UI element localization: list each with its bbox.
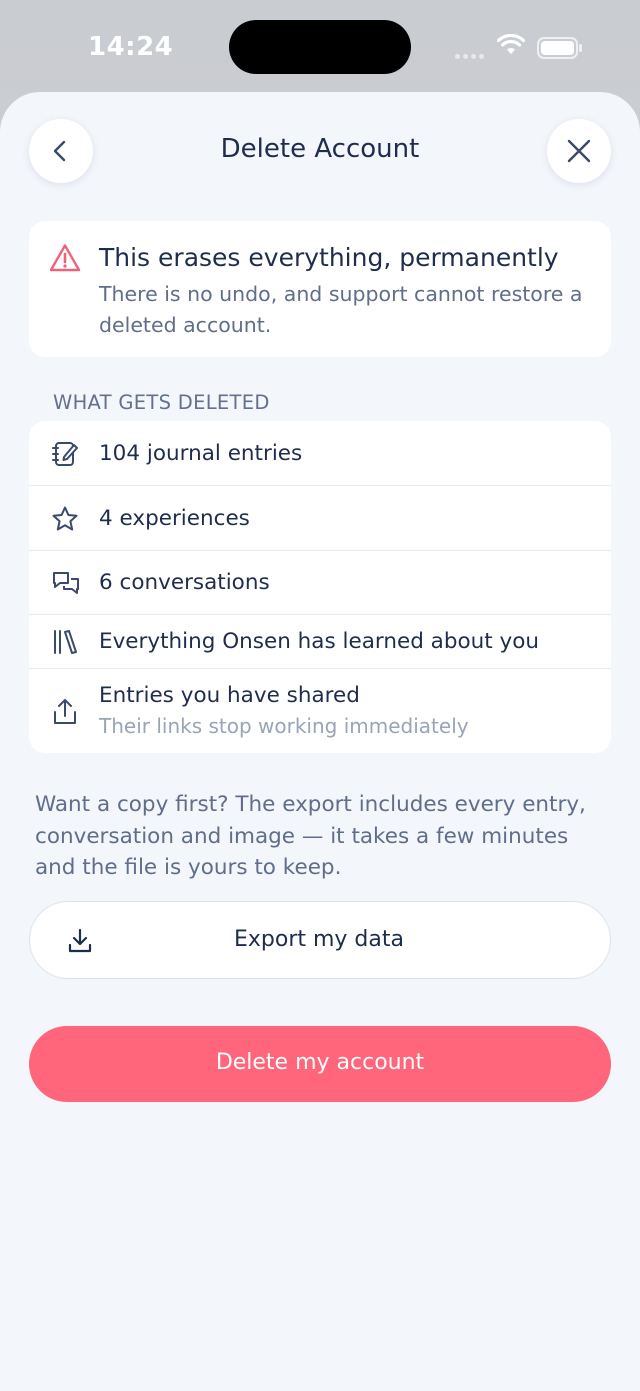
export-button-label: Export my data bbox=[233, 927, 404, 952]
export-note-line-3: and the file is yours to keep. bbox=[35, 855, 342, 880]
list-item-label: Entries you have shared bbox=[99, 683, 360, 708]
export-data-button[interactable]: Export my data bbox=[29, 901, 611, 979]
battery-icon bbox=[537, 37, 582, 59]
delete-account-button[interactable]: Delete my account bbox=[29, 1026, 611, 1102]
status-bar: 14:24 bbox=[0, 0, 640, 92]
section-label: WHAT GETS DELETED bbox=[53, 391, 270, 414]
delete-button-label: Delete my account bbox=[215, 1050, 425, 1075]
warning-body-line-1: There is no undo, and support cannot res… bbox=[99, 282, 583, 306]
list-item-label: 104 journal entries bbox=[99, 441, 303, 466]
dynamic-island bbox=[229, 20, 411, 74]
export-note: Want a copy first? The export includes e… bbox=[35, 789, 610, 884]
close-icon bbox=[567, 139, 591, 163]
list-item-journal-entries: 104 journal entries bbox=[29, 421, 611, 486]
warning-body-line-2: deleted account. bbox=[99, 313, 272, 337]
library-icon bbox=[54, 630, 77, 654]
journal-icon bbox=[52, 442, 78, 466]
warning-triangle-icon bbox=[49, 244, 81, 272]
export-note-line-2: conversation and image — it takes a few … bbox=[35, 823, 569, 849]
close-button[interactable] bbox=[547, 119, 611, 183]
delete-account-sheet: Delete Account This erases everything, p… bbox=[0, 92, 640, 1391]
warning-body: There is no undo, and support cannot res… bbox=[99, 279, 599, 341]
warning-card: This erases everything, permanently Ther… bbox=[29, 221, 611, 357]
list-item-experiences: 4 experiences bbox=[29, 486, 611, 551]
chat-bubbles-icon bbox=[53, 572, 79, 594]
warning-title: This erases everything, permanently bbox=[99, 243, 559, 272]
cellular-signal-icon bbox=[455, 46, 487, 64]
list-item-learned: Everything Onsen has learned about you bbox=[29, 615, 611, 669]
export-note-line-1: Want a copy first? The export includes e… bbox=[35, 792, 586, 817]
list-item-shared-entries: Entries you have shared Their links stop… bbox=[29, 669, 611, 753]
list-item-label: 6 conversations bbox=[99, 570, 270, 595]
status-time: 14:24 bbox=[88, 32, 174, 62]
list-item-label: 4 experiences bbox=[99, 506, 250, 531]
wifi-icon bbox=[497, 34, 525, 54]
page-title: Delete Account bbox=[220, 134, 420, 164]
list-item-conversations: 6 conversations bbox=[29, 551, 611, 615]
list-item-label: Everything Onsen has learned about you bbox=[99, 629, 540, 654]
list-item-sublabel: Their links stop working immediately bbox=[99, 714, 469, 738]
deleted-items-list: 104 journal entries 4 experiences 6 conv… bbox=[29, 421, 611, 753]
share-icon bbox=[54, 699, 76, 724]
star-icon bbox=[52, 506, 78, 531]
